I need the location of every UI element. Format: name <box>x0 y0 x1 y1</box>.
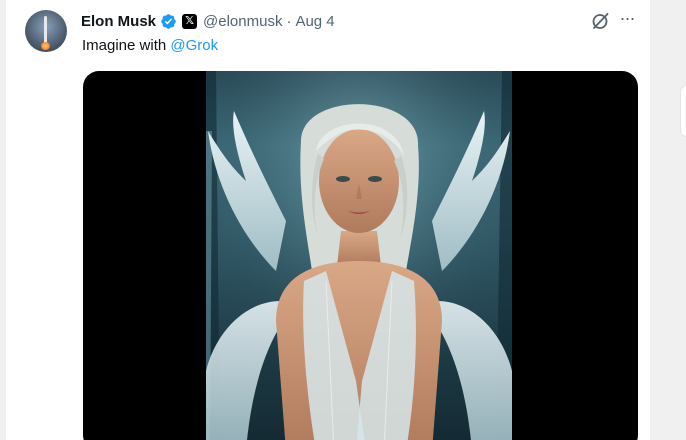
grok-mention-link[interactable]: @Grok <box>170 37 218 54</box>
tweet-card[interactable]: Elon Musk 𝕏 @elonmusk · Aug 4 ··· Imagin… <box>6 0 650 440</box>
author-avatar[interactable] <box>25 10 67 52</box>
author-name[interactable]: Elon Musk <box>81 13 156 30</box>
verified-badge-icon <box>161 13 176 29</box>
author-handle[interactable]: @elonmusk <box>203 13 282 30</box>
tweet-date[interactable]: Aug 4 <box>295 13 334 30</box>
sidebar-card-edge <box>680 85 686 137</box>
angel-illustration <box>206 71 512 440</box>
right-sidebar <box>650 0 686 440</box>
angel-photo-image[interactable] <box>206 71 512 440</box>
tweet-media[interactable] <box>83 71 638 440</box>
avatar-flame-shape <box>41 42 50 50</box>
tweet-text-prefix: Imagine with <box>82 37 171 54</box>
tweet-text: Imagine with @Grok <box>82 37 218 54</box>
grok-icon[interactable] <box>590 11 610 31</box>
more-options-icon[interactable]: ··· <box>617 9 637 31</box>
x-logo-icon[interactable]: 𝕏 <box>182 13 198 29</box>
tweet-header: Elon Musk 𝕏 @elonmusk · Aug 4 <box>81 11 335 31</box>
separator-dot: · <box>286 12 292 30</box>
